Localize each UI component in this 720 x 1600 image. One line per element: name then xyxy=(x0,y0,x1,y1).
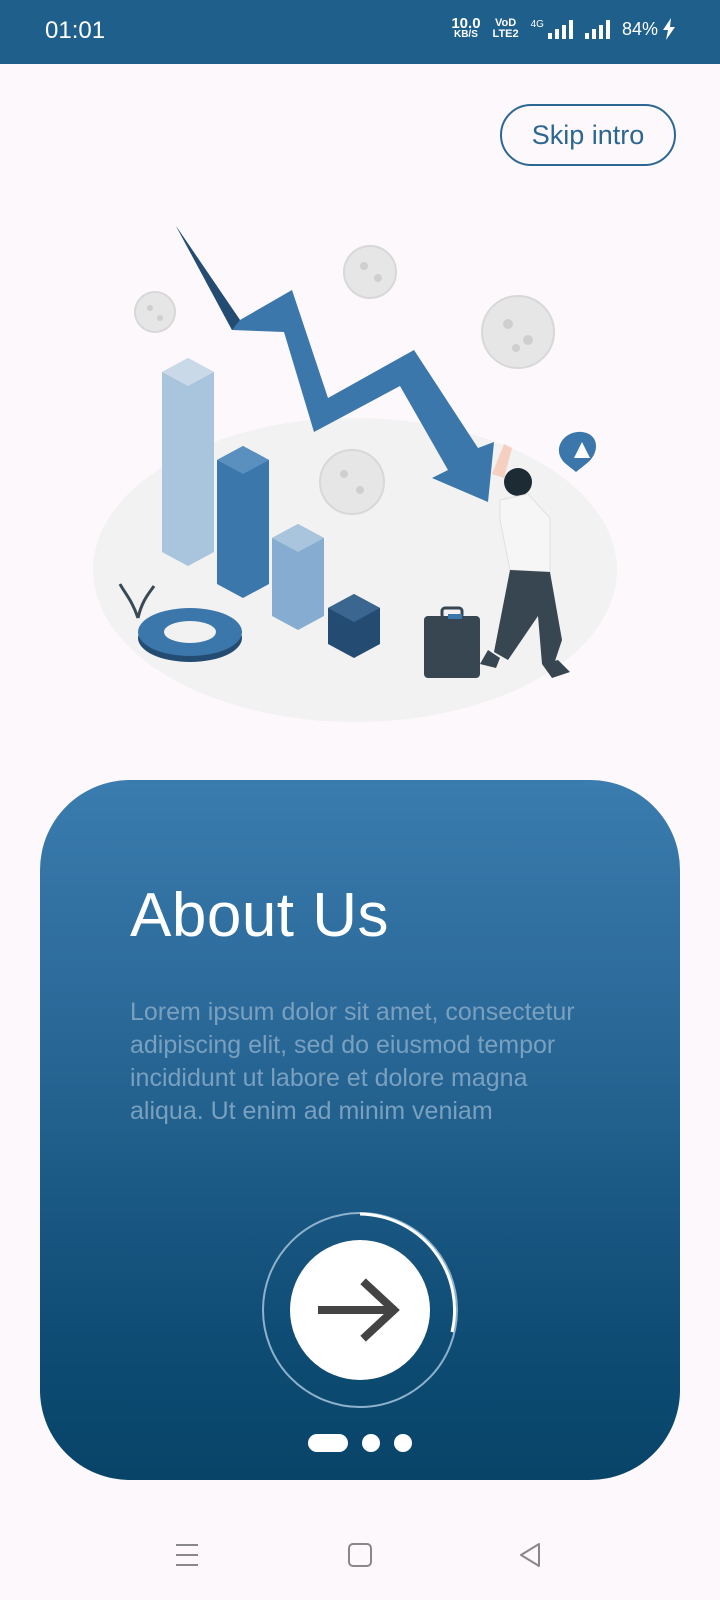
card-title: About Us xyxy=(130,881,390,950)
status-time: 01:01 xyxy=(45,17,106,44)
arrow-right-icon xyxy=(318,1278,400,1342)
menu-icon[interactable] xyxy=(172,1540,202,1570)
page-indicator xyxy=(308,1434,412,1452)
skip-intro-button[interactable]: Skip intro xyxy=(500,104,676,166)
network-type: 4G xyxy=(530,19,544,30)
back-triangle-icon[interactable] xyxy=(515,1540,545,1570)
volte-bottom: LTE2 xyxy=(492,28,519,40)
page-dot-active xyxy=(308,1434,348,1452)
signal-4g-icon: 4G xyxy=(531,19,573,39)
status-icons: 10.0 KB/S VoD LTE2 4G 84% xyxy=(451,15,676,40)
battery-charging-icon xyxy=(663,18,675,40)
home-square-icon[interactable] xyxy=(345,1540,375,1570)
net-speed-icon: 10.0 KB/S xyxy=(451,15,481,40)
page-dot xyxy=(362,1434,380,1452)
status-bar: 01:01 10.0 KB/S VoD LTE2 4G 84% xyxy=(0,0,720,64)
page-dot xyxy=(394,1434,412,1452)
about-card: About Us Lorem ipsum dolor sit amet, con… xyxy=(40,780,680,1480)
card-description: Lorem ipsum dolor sit amet, consectetur … xyxy=(130,998,575,1125)
volte-icon: VoD LTE2 xyxy=(493,18,519,40)
net-speed-value: 10.0 xyxy=(451,15,481,32)
battery-level: 84% xyxy=(621,18,658,39)
signal-icon xyxy=(584,19,610,39)
net-speed-unit: KB/S xyxy=(453,29,478,40)
next-button[interactable] xyxy=(290,1240,430,1380)
falling-chart-illustration xyxy=(93,226,617,722)
